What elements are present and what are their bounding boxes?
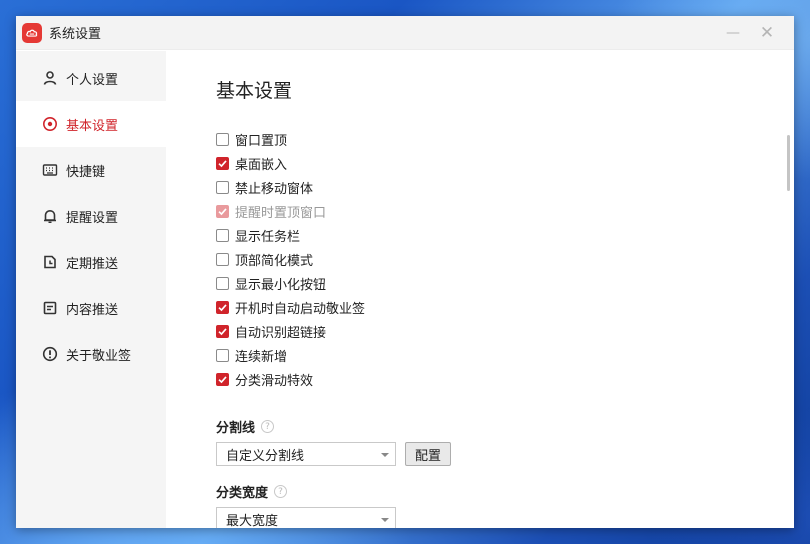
- chevron-down-icon: [381, 518, 389, 522]
- sidebar-item-basic[interactable]: 基本设置: [16, 101, 166, 147]
- option-row[interactable]: 禁止移动窗体: [216, 175, 794, 199]
- sidebar-item-content-push[interactable]: 内容推送: [16, 285, 166, 331]
- option-label: 自动识别超链接: [235, 325, 327, 341]
- option-label: 顶部简化模式: [235, 253, 314, 269]
- divider-section-label: 分割线 ?: [216, 417, 794, 436]
- option-row: 提醒时置顶窗口: [216, 199, 794, 223]
- sidebar-item-label: 基本设置: [66, 118, 119, 134]
- divider-select[interactable]: 自定义分割线: [216, 442, 396, 466]
- option-row[interactable]: 分类滑动特效: [216, 367, 794, 391]
- option-label: 禁止移动窗体: [235, 181, 314, 197]
- option-row[interactable]: 开机时自动启动敬业签: [216, 295, 794, 319]
- option-checkbox[interactable]: [216, 252, 229, 266]
- option-checkbox[interactable]: [216, 276, 229, 290]
- document-icon: [42, 300, 58, 316]
- option-row[interactable]: 顶部简化模式: [216, 247, 794, 271]
- info-icon: [42, 346, 58, 362]
- sidebar-item-label: 个人设置: [66, 72, 119, 88]
- close-button[interactable]: ✕: [750, 16, 784, 50]
- option-label: 开机时自动启动敬业签: [235, 301, 366, 317]
- divider-select-value: 自定义分割线: [226, 448, 305, 464]
- category-width-label: 分类宽度: [216, 486, 269, 501]
- sidebar-item-shortcuts[interactable]: 快捷键: [16, 147, 166, 193]
- option-label: 桌面嵌入: [235, 157, 288, 173]
- sidebar: 个人设置 基本设置 快捷键 提醒设置 定期推送 内容推送 关于敬业签: [16, 51, 166, 528]
- option-label: 显示最小化按钮: [235, 277, 327, 293]
- settings-window: 系统设置 — ✕ 个人设置 基本设置 快捷键 提醒设置 定期推送 内容推送 关于…: [16, 16, 794, 528]
- minimize-icon: —: [726, 25, 740, 41]
- option-checkbox[interactable]: [216, 348, 229, 362]
- option-row[interactable]: 连续新增: [216, 343, 794, 367]
- sidebar-item-label: 快捷键: [66, 164, 106, 180]
- settings-circle-icon: [42, 116, 58, 132]
- sidebar-item-scheduled-push[interactable]: 定期推送: [16, 239, 166, 285]
- help-icon[interactable]: ?: [261, 420, 275, 433]
- option-checkbox[interactable]: [216, 372, 229, 386]
- option-row[interactable]: 自动识别超链接: [216, 319, 794, 343]
- person-icon: [42, 70, 58, 86]
- option-row[interactable]: 显示任务栏: [216, 223, 794, 247]
- chevron-down-icon: [381, 453, 389, 457]
- option-row[interactable]: 桌面嵌入: [216, 151, 794, 175]
- sidebar-item-label: 内容推送: [66, 302, 119, 318]
- sidebar-item-about[interactable]: 关于敬业签: [16, 331, 166, 377]
- sidebar-item-label: 定期推送: [66, 256, 119, 272]
- option-checkbox: [216, 204, 229, 218]
- help-icon[interactable]: ?: [274, 485, 288, 498]
- category-width-select-row: 最大宽度: [216, 507, 794, 528]
- close-icon: ✕: [759, 23, 775, 43]
- bell-icon: [42, 208, 58, 224]
- title-bar[interactable]: 系统设置 — ✕: [16, 16, 794, 50]
- option-label: 窗口置顶: [235, 133, 288, 149]
- sidebar-item-reminders[interactable]: 提醒设置: [16, 193, 166, 239]
- option-label: 显示任务栏: [235, 229, 301, 245]
- category-width-section-label: 分类宽度 ?: [216, 482, 794, 501]
- sidebar-item-label: 提醒设置: [66, 210, 119, 226]
- option-row[interactable]: 窗口置顶: [216, 127, 794, 151]
- divider-label: 分割线: [216, 421, 256, 436]
- app-logo-icon: [22, 22, 42, 43]
- sidebar-item-personal[interactable]: 个人设置: [16, 55, 166, 101]
- option-checkbox[interactable]: [216, 228, 229, 242]
- window-title: 系统设置: [49, 27, 102, 42]
- options-list: 窗口置顶桌面嵌入禁止移动窗体 提醒时置顶窗口 显示任务栏顶部简化模式 显示最小化按钮开…: [216, 127, 794, 391]
- schedule-icon: [42, 254, 58, 270]
- minimize-button[interactable]: —: [716, 16, 750, 50]
- settings-panel: 基本设置 窗口置顶桌面嵌入禁止移动窗体 提醒时置顶窗口 显示任务栏顶部简化模式 显示最…: [166, 51, 794, 528]
- option-label: 提醒时置顶窗口: [235, 205, 327, 221]
- option-checkbox[interactable]: [216, 300, 229, 314]
- sidebar-item-label: 关于敬业签: [66, 348, 132, 364]
- option-row[interactable]: 显示最小化按钮: [216, 271, 794, 295]
- option-label: 连续新增: [235, 349, 288, 365]
- scrollbar[interactable]: [787, 135, 790, 191]
- category-width-select[interactable]: 最大宽度: [216, 507, 396, 528]
- page-title: 基本设置: [216, 80, 293, 102]
- option-label: 分类滑动特效: [235, 373, 314, 389]
- keyboard-icon: [42, 162, 58, 178]
- option-checkbox[interactable]: [216, 324, 229, 338]
- option-checkbox[interactable]: [216, 180, 229, 194]
- config-button[interactable]: 配置: [405, 442, 452, 466]
- divider-select-row: 自定义分割线 配置: [216, 442, 794, 466]
- option-checkbox[interactable]: [216, 132, 229, 146]
- category-width-select-value: 最大宽度: [226, 513, 279, 529]
- option-checkbox[interactable]: [216, 156, 229, 170]
